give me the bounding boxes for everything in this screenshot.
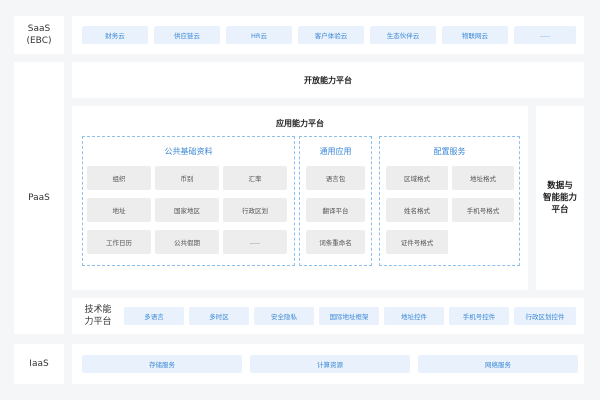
tech-platform-item[interactable]: 多时区 — [189, 307, 249, 325]
saas-item[interactable]: ..... — [514, 26, 576, 44]
public-data-box: 公共基础资料 组织 币别 汇率 地址 国家地区 行政区划 工作日历 公共假期 .… — [82, 136, 295, 266]
app-platform-title: 应用能力平台 — [276, 119, 324, 128]
tech-platform-panel: 技术能 力平台 多语言 多时区 安全隐私 国际地址框架 地址控件 手机号控件 行… — [72, 298, 584, 334]
saas-item[interactable]: 财务云 — [82, 26, 148, 44]
config-service-item[interactable]: 地址格式 — [452, 166, 514, 190]
iaas-label: IaaS — [14, 344, 64, 384]
public-data-item[interactable]: 组织 — [87, 166, 151, 190]
config-service-item[interactable]: 证件号格式 — [386, 230, 448, 254]
open-platform-title: 开放能力平台 — [304, 76, 352, 85]
config-service-title: 配置服务 — [433, 147, 466, 156]
public-data-item[interactable]: 国家地区 — [155, 198, 219, 222]
public-data-item[interactable]: 公共假期 — [155, 230, 219, 254]
general-app-title: 通用应用 — [319, 147, 352, 156]
general-app-box: 通用应用 语言包 翻译平台 词条重命名 — [299, 136, 372, 266]
public-data-title: 公共基础资料 — [164, 147, 213, 156]
config-service-box: 配置服务 区域格式 地址格式 姓名格式 手机号格式 证件号格式 — [379, 136, 520, 266]
open-platform-panel: 开放能力平台 — [72, 62, 584, 98]
general-app-item[interactable]: 语言包 — [306, 166, 365, 190]
config-service-item[interactable]: 区域格式 — [386, 166, 448, 190]
general-app-item[interactable]: 词条重命名 — [306, 230, 365, 254]
app-platform-panel: 应用能力平台 公共基础资料 组织 币别 汇率 地址 国家地区 行政区划 工作日历… — [72, 106, 528, 290]
tech-platform-item[interactable]: 行政区划控件 — [514, 307, 576, 325]
iaas-item[interactable]: 存储服务 — [82, 355, 242, 373]
tech-platform-item[interactable]: 地址控件 — [384, 307, 444, 325]
saas-item[interactable]: 生态伙伴云 — [370, 26, 436, 44]
public-data-item[interactable]: 地址 — [87, 198, 151, 222]
tech-platform-item[interactable]: 多语言 — [124, 307, 184, 325]
tech-platform-item[interactable]: 国际地址框架 — [319, 307, 379, 325]
paas-label: PaaS — [14, 62, 64, 334]
tech-platform-item[interactable]: 安全隐私 — [254, 307, 314, 325]
saas-panel: 财务云 供应链云 HR云 客户体验云 生态伙伴云 物联网云 ..... — [72, 16, 584, 54]
saas-item[interactable]: 客户体验云 — [298, 26, 364, 44]
data-ai-platform: 数据与 智能能力 平台 — [536, 106, 584, 290]
saas-label: SaaS (EBC) — [14, 16, 64, 54]
config-service-item[interactable]: 姓名格式 — [386, 198, 448, 222]
tech-platform-label: 技术能 力平台 — [78, 300, 118, 332]
public-data-item[interactable]: 工作日历 — [87, 230, 151, 254]
public-data-item[interactable]: 汇率 — [223, 166, 287, 190]
public-data-item[interactable]: ..... — [223, 230, 287, 254]
tech-platform-item[interactable]: 手机号控件 — [449, 307, 509, 325]
saas-item[interactable]: 物联网云 — [442, 26, 508, 44]
saas-item[interactable]: 供应链云 — [154, 26, 220, 44]
public-data-item[interactable]: 行政区划 — [223, 198, 287, 222]
saas-item[interactable]: HR云 — [226, 26, 292, 44]
public-data-item[interactable]: 币别 — [155, 166, 219, 190]
iaas-item[interactable]: 计算资源 — [250, 355, 410, 373]
iaas-item[interactable]: 网络服务 — [418, 355, 578, 373]
general-app-item[interactable]: 翻译平台 — [306, 198, 365, 222]
iaas-panel: 存储服务 计算资源 网络服务 — [72, 344, 584, 384]
config-service-item[interactable]: 手机号格式 — [452, 198, 514, 222]
